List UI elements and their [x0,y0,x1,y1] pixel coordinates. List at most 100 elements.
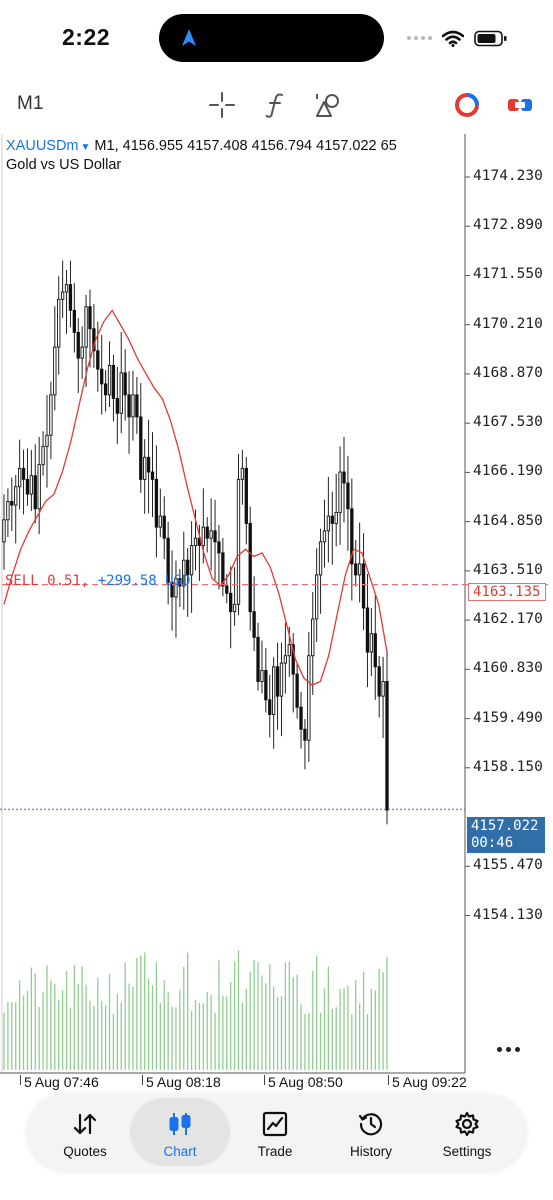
candle-body [80,346,84,359]
navigation-arrow-icon [182,29,196,46]
candle-body [232,603,237,613]
chart-area[interactable]: XAUUSDm ▼ M1, 4156.955 4157.408 4156.794 4… [0,134,553,1098]
time-tick [142,1075,143,1085]
candle-body [150,471,155,480]
candle-body [268,699,272,715]
crosshair-icon[interactable] [207,90,237,120]
candle-body [377,666,381,697]
symbol-name[interactable]: XAUUSDm [6,138,79,154]
candle-body [41,445,45,466]
tab-quotes[interactable]: Quotes [35,1098,135,1166]
candle-body [193,537,198,546]
price-label: 4166.190 [473,463,543,480]
candle-body [72,309,77,333]
candle-body [88,306,92,330]
symbol-ohlc: 4156.955 4157.408 4156.794 4157.022 65 [122,138,397,154]
price-label: 4154.130 [473,906,543,923]
candle-body [385,681,389,811]
price-chart[interactable] [0,134,553,1098]
candle-body [96,350,100,370]
position-label[interactable]: SELL 0.51, +299.58 USD [5,573,190,589]
tab-chart[interactable]: Chart [130,1098,230,1166]
candle-body [33,475,37,510]
symbol-dropdown-icon[interactable]: ▼ [81,142,91,153]
candle-body [307,655,311,741]
candle-body [236,478,241,605]
price-label: 4172.890 [473,217,543,234]
candle-body [260,669,264,682]
candle-body [119,372,123,414]
tab-trade[interactable]: Trade [225,1098,325,1166]
price-label: 4159.490 [473,709,543,726]
indicator-f-icon[interactable] [261,90,291,120]
candle-body [57,298,61,348]
trade-levels-icon[interactable] [505,90,535,120]
candle-body [272,666,276,715]
candle-body [17,467,22,488]
price-label: 4168.870 [473,364,543,381]
candle-body [213,530,217,543]
candle-body [252,611,256,638]
more-options-button[interactable] [497,1042,525,1056]
tab-chart-label: Chart [163,1144,197,1159]
candle-body [143,456,147,480]
candle-body [264,669,268,701]
candle-body [295,673,299,708]
candle-body [256,636,260,682]
candle-body [248,523,252,613]
moving-average-line [3,309,388,686]
price-label: 4171.550 [473,266,543,283]
candle-body [365,607,370,653]
candle-body [217,541,221,554]
candle-body [53,346,57,396]
candle-body [158,515,162,528]
candle-body [135,394,139,418]
position-price-box: 4163.135 [468,583,546,601]
quotes-arrows-icon [73,1113,97,1135]
time-label: 5 Aug 08:18 [146,1074,221,1090]
candle-body [361,563,366,609]
candle-body [45,434,49,447]
candle-body [229,592,233,613]
candle-body [189,545,194,576]
candle-body [205,526,209,539]
price-label: 4162.170 [473,611,543,628]
price-label: 4160.830 [473,660,543,677]
candle-body [318,541,323,576]
position-profit: +299.58 USD [97,573,191,589]
candle-body [139,416,143,480]
candle-body [154,478,159,528]
current-price: 4157.022 [471,818,539,834]
candlestick-icon [169,1113,191,1135]
candle-body [2,519,6,543]
tab-settings[interactable]: Settings [417,1098,517,1166]
time-label: 5 Aug 09:22 [392,1074,467,1090]
candle-body [287,644,291,657]
candle-body [303,728,307,741]
bar-countdown: 00:46 [471,835,514,851]
tab-settings-label: Settings [442,1144,492,1159]
battery-icon [474,30,507,46]
candle-body [29,475,34,495]
one-click-trading-icon[interactable] [452,90,482,120]
candle-body [283,655,288,664]
candle-body [354,563,358,576]
candle-body [369,633,374,653]
candle-body [100,368,104,385]
status-time: 2:22 [62,24,111,50]
candle-body [146,456,151,473]
timeframe-button[interactable]: M1 [17,93,43,115]
candle-body [240,467,245,480]
tab-history[interactable]: History [321,1098,421,1166]
candle-body [111,365,116,399]
candle-body [201,526,205,546]
candle-body [275,666,280,697]
objects-icon[interactable] [313,90,343,120]
candle-body [49,394,53,436]
price-label: 4174.230 [473,167,543,184]
wifi-icon [442,30,464,47]
symbol-info-line: XAUUSDm ▼ M1, 4156.955 4157.408 4156.794 4… [6,138,397,154]
price-label: 4167.530 [473,414,543,431]
candle-body [127,394,131,418]
chart-toolbar: M1 [0,80,553,130]
